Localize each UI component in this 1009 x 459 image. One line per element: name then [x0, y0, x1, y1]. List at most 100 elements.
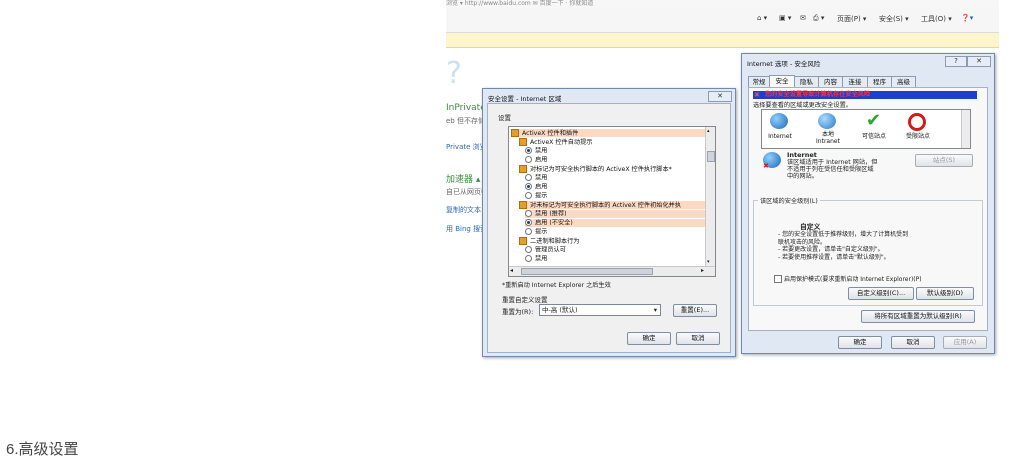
help-button[interactable]: ?	[945, 56, 967, 67]
instruction-text: 选择要查看的区域或更改安全设置。	[753, 102, 852, 109]
safety-menu[interactable]: 安全(S) ▾	[879, 14, 909, 24]
tab-security[interactable]: 安全	[769, 75, 795, 87]
warning-banner: ✖ 您的安全设置导致计算机存在安全风险	[753, 91, 977, 99]
reset-level-select[interactable]: 中-高 (默认) ▾	[539, 304, 661, 316]
setting-category[interactable]: 对未标记为可安全执行脚本的 ActiveX 控件初始化并执	[519, 201, 705, 209]
tools-menu[interactable]: 工具(O) ▾	[921, 14, 952, 24]
tab-privacy[interactable]: 隐私	[794, 76, 819, 87]
tab-connections[interactable]: 连接	[842, 76, 868, 87]
radio-button[interactable]	[525, 228, 532, 235]
reset-select-value: 中-高 (默认)	[542, 306, 578, 314]
zone-warning-icon: ✖	[763, 162, 769, 170]
setting-option[interactable]: 禁用	[525, 174, 705, 182]
setting-option[interactable]: 禁用	[525, 255, 705, 263]
bing-search-link[interactable]: 用 Bing 搜索	[446, 224, 487, 234]
restricted-sites-icon[interactable]	[908, 113, 926, 131]
radio-button[interactable]	[525, 183, 532, 190]
tab-programs[interactable]: 程序	[867, 76, 892, 87]
info-bar[interactable]	[446, 33, 999, 48]
zone-list[interactable]: Internet 本地 Intranet ✔ 可信站点 受限站点	[761, 109, 971, 149]
setting-option[interactable]: 管理员认可	[525, 246, 705, 254]
protected-mode-label[interactable]: 启用保护模式(要求重新启动 Internet Explorer)(P)	[784, 274, 922, 283]
radio-button[interactable]	[525, 192, 532, 199]
setting-option[interactable]: 提示	[525, 228, 705, 236]
setting-icon	[519, 165, 527, 173]
reset-all-zones-button[interactable]: 将所有区域重置为默认级别(R)	[861, 310, 975, 323]
dialog-title: 安全设置 - Internet 区域	[488, 95, 562, 103]
setting-category[interactable]: ActiveX 控件自动提示	[519, 138, 705, 146]
hscroll-thumb[interactable]	[521, 268, 653, 275]
zone-internet-label[interactable]: Internet	[764, 133, 796, 140]
scroll-up-icon[interactable]: ▴	[707, 128, 710, 134]
ok-button[interactable]: 确定	[627, 332, 671, 345]
zone-scrollbar[interactable]	[961, 110, 970, 148]
setting-option[interactable]: 禁用	[525, 147, 705, 155]
zone-trusted-label[interactable]: 可信站点	[858, 133, 890, 140]
setting-option[interactable]: 启用	[525, 183, 705, 191]
cancel-button[interactable]: 取消	[891, 336, 935, 349]
ok-button[interactable]: 确定	[838, 336, 882, 349]
sites-button[interactable]: 站点(S)	[915, 154, 973, 167]
zone-intranet-label[interactable]: 本地	[812, 131, 844, 138]
custom-level-button[interactable]: 自定义级别(C)...	[848, 287, 914, 300]
radio-button[interactable]	[525, 219, 532, 226]
setting-icon	[519, 138, 527, 146]
protected-mode-checkbox[interactable]	[774, 275, 782, 283]
horizontal-scrollbar[interactable]: ◂ ▸	[509, 266, 715, 276]
settings-label: 设置	[498, 114, 511, 122]
radio-button[interactable]	[525, 147, 532, 154]
close-icon[interactable]: ✕	[708, 91, 732, 102]
reset-section-label: 重置自定义设置	[502, 296, 548, 304]
default-level-button[interactable]: 默认级别(D)	[916, 287, 974, 300]
scroll-down-icon[interactable]: ▾	[707, 259, 710, 265]
setting-icon	[511, 129, 519, 137]
radio-button[interactable]	[525, 156, 532, 163]
warning-icon: ✖	[754, 91, 760, 99]
setting-icon	[519, 237, 527, 245]
zone-restricted-label[interactable]: 受限站点	[902, 133, 934, 140]
custom-level-title: 自定义	[800, 223, 821, 231]
scroll-right-icon[interactable]: ▸	[701, 267, 704, 274]
setting-text: 禁用 (推荐)	[535, 210, 567, 218]
setting-option[interactable]: 启用	[525, 156, 705, 164]
copied-text-link[interactable]: 复制的文本	[446, 205, 481, 215]
setting-category[interactable]: 对标记为可安全执行脚本的 ActiveX 控件执行脚本*	[519, 165, 705, 173]
setting-category[interactable]: ActiveX 控件和插件	[511, 129, 705, 137]
zone-desc-line: 不适用于列在受信任和受限区域	[787, 166, 874, 173]
setting-option[interactable]: 启用 (不安全)	[525, 219, 705, 227]
restart-note: *重新启动 Internet Explorer 之后生效	[502, 282, 611, 289]
print-icon[interactable]: ⎙ ▾	[813, 14, 824, 23]
options-title: Internet 选项 - 安全风险	[747, 60, 821, 68]
zone-intranet-label-2[interactable]: Intranet	[812, 138, 844, 145]
cancel-button[interactable]: 取消	[676, 332, 720, 345]
feeds-icon[interactable]: ▣ ▾	[779, 14, 791, 22]
setting-category[interactable]: 二进制和脚本行为	[519, 237, 705, 245]
tab-general[interactable]: 常规	[748, 76, 770, 87]
radio-button[interactable]	[525, 255, 532, 262]
tab-advanced[interactable]: 高级	[891, 76, 916, 87]
setting-option[interactable]: 提示	[525, 192, 705, 200]
setting-text: 启用	[535, 183, 548, 191]
apply-button[interactable]: 应用(A)	[943, 336, 987, 349]
security-settings-dialog: 安全设置 - Internet 区域 ✕ 设置 ActiveX 控件和插件 Act…	[482, 88, 736, 357]
reset-button[interactable]: 重置(E)...	[673, 304, 717, 317]
help-icon[interactable]: ❓▾	[961, 14, 973, 22]
page-menu[interactable]: 页面(P) ▾	[837, 14, 866, 24]
home-icon[interactable]: ⌂ ▾	[757, 14, 767, 22]
radio-button[interactable]	[525, 210, 532, 217]
radio-button[interactable]	[525, 246, 532, 253]
scroll-left-icon[interactable]: ◂	[510, 267, 513, 274]
mail-icon[interactable]: ✉	[800, 14, 806, 22]
vertical-scrollbar[interactable]: ▴ ▾	[705, 127, 715, 266]
radio-button[interactable]	[525, 174, 532, 181]
intranet-zone-icon[interactable]	[818, 113, 836, 129]
trusted-sites-icon[interactable]: ✔	[866, 110, 881, 131]
tab-content[interactable]: 内容	[818, 76, 843, 87]
close-icon[interactable]: ✕	[967, 56, 991, 67]
settings-list[interactable]: ActiveX 控件和插件 ActiveX 控件自动提示 禁用 启用 对标记为可安全执行…	[508, 126, 716, 277]
scroll-thumb[interactable]	[707, 151, 715, 162]
internet-zone-icon[interactable]	[770, 113, 788, 129]
inprivate-link[interactable]: Private 浏览	[446, 142, 487, 152]
security-level-group: 该区域的安全级别(L) 自定义 - 您的安全设置低于推荐级别，增大了计算机受到 …	[753, 196, 983, 306]
setting-option[interactable]: 禁用 (推荐)	[525, 210, 705, 218]
